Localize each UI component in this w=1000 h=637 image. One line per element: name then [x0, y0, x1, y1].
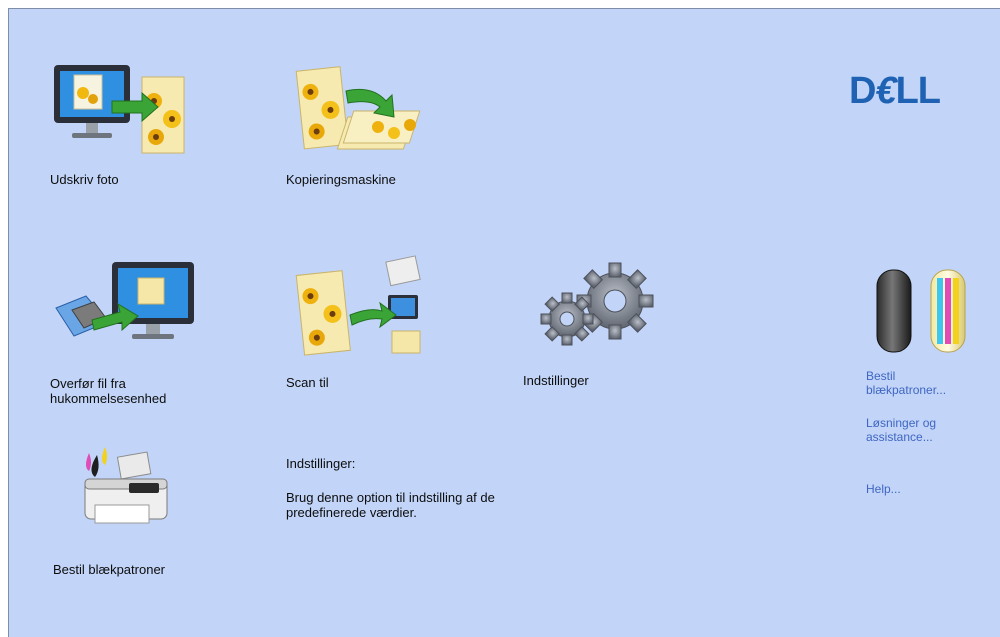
order-ink-link[interactable]: Bestil blækpatroner...	[866, 369, 946, 397]
order-ink-link-line1: Bestil	[866, 369, 896, 383]
svg-text:D€LL: D€LL	[849, 71, 941, 111]
description-title: Indstillinger:	[286, 456, 356, 471]
settings-button[interactable]: Indstillinger	[523, 257, 663, 388]
gears-icon	[540, 262, 654, 346]
scan-to-label: Scan til	[286, 375, 329, 390]
transfer-label-line1: Overfør fil fra	[50, 376, 126, 391]
description-body: Brug denne option til indstilling af de …	[286, 490, 495, 520]
scan-to-icon	[295, 255, 421, 356]
order-ink-button[interactable]: Bestil blækpatroner	[53, 445, 203, 577]
transfer-file-button[interactable]: Overfør fil fra hukommelsesenhed	[50, 260, 210, 410]
help-link[interactable]: Help...	[866, 482, 901, 496]
monitor-photo-icon	[54, 65, 185, 154]
ink-cartridges-icon	[876, 269, 966, 353]
print-photo-label: Udskriv foto	[50, 172, 119, 187]
printer-ink-icon	[84, 447, 168, 524]
print-photo-button[interactable]: Udskriv foto	[50, 61, 200, 191]
main-panel: Udskriv foto Kopieringsmaskine D€LL Over…	[8, 8, 1000, 637]
scan-to-button[interactable]: Scan til	[286, 255, 436, 395]
solutions-link[interactable]: Løsninger og assistance...	[866, 416, 936, 444]
settings-label: Indstillinger	[523, 373, 589, 388]
dell-logo: D€LL	[849, 71, 942, 111]
memory-transfer-icon	[55, 262, 194, 339]
copier-button[interactable]: Kopieringsmaskine	[286, 61, 446, 191]
solutions-link-line2: assistance...	[866, 430, 933, 444]
copier-label: Kopieringsmaskine	[286, 172, 396, 187]
copy-photos-icon	[295, 66, 421, 150]
solutions-link-line1: Løsninger og	[866, 416, 937, 430]
order-ink-link-line2: blækpatroner...	[866, 383, 947, 397]
transfer-label-line2: hukommelsesenhed	[50, 391, 167, 406]
order-ink-label: Bestil blækpatroner	[53, 562, 165, 577]
